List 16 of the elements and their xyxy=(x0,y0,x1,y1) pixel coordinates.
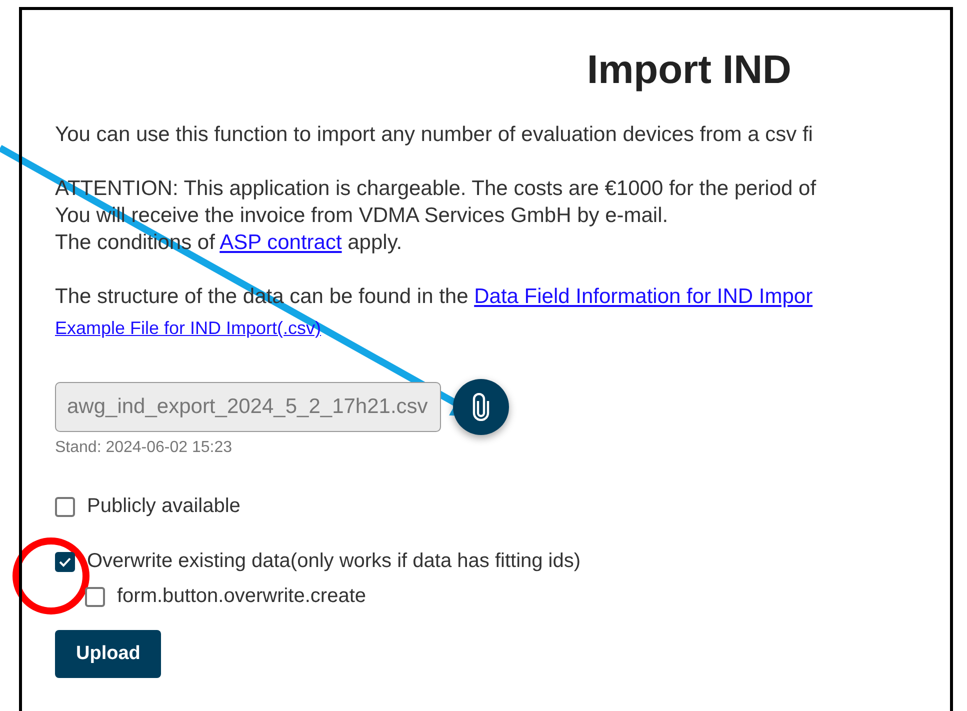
checkbox[interactable] xyxy=(55,496,75,516)
contract-link[interactable]: ASP contract xyxy=(220,231,342,254)
page-title: Import IND xyxy=(587,48,792,93)
example-file-link[interactable]: Example File for IND Import(.csv) xyxy=(55,318,322,339)
data-field-link[interactable]: Data Field Information for IND Impor xyxy=(474,285,813,308)
upload-button[interactable]: Upload xyxy=(55,630,162,678)
checkbox[interactable] xyxy=(85,586,105,606)
intro-text: You can use this function to import any number of evaluation devices from a csv fi xyxy=(55,122,813,148)
checkbox-label: form.button.overwrite.create xyxy=(117,585,366,608)
checkbox-label: Publicly available xyxy=(87,495,240,518)
paperclip-icon xyxy=(472,393,490,421)
attach-button[interactable] xyxy=(453,379,509,435)
timestamp-text: Stand: 2024-06-02 15:23 xyxy=(55,439,232,457)
checkbox[interactable] xyxy=(55,552,75,572)
checkbox-label: Overwrite existing data(only works if data has fitting ids) xyxy=(87,550,581,573)
file-field[interactable]: awg_ind_export_2024_5_2_17h21.csv xyxy=(55,382,441,432)
